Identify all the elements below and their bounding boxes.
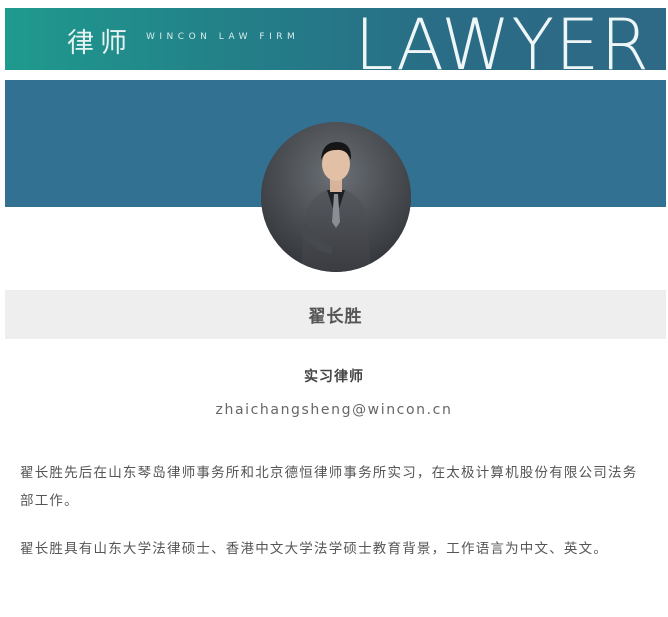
name-bar: 翟长胜 — [5, 290, 666, 339]
banner-lawyer-wordmark: LAWYER — [354, 8, 650, 70]
lawyer-name: 翟长胜 — [308, 307, 363, 327]
banner-firm-name: WINCON LAW FIRM — [146, 32, 300, 42]
header-banner: 律师 WINCON LAW FIRM LAWYER — [5, 8, 666, 70]
bio-paragraph: 翟长胜具有山东大学法律硕士、香港中文大学法学硕士教育背景，工作语言为中文、英文。 — [20, 541, 608, 557]
lawyer-role: 实习律师 — [304, 369, 364, 385]
bio-paragraph: 翟长胜先后在山东琴岛律师事务所和北京德恒律师事务所实习，在太极计算机股份有限公司… — [20, 465, 638, 509]
lawyer-portrait-photo — [261, 122, 411, 272]
lawyer-email[interactable]: zhaichangsheng@wincon.cn — [0, 402, 668, 418]
banner-chinese-title: 律师 — [67, 28, 133, 59]
